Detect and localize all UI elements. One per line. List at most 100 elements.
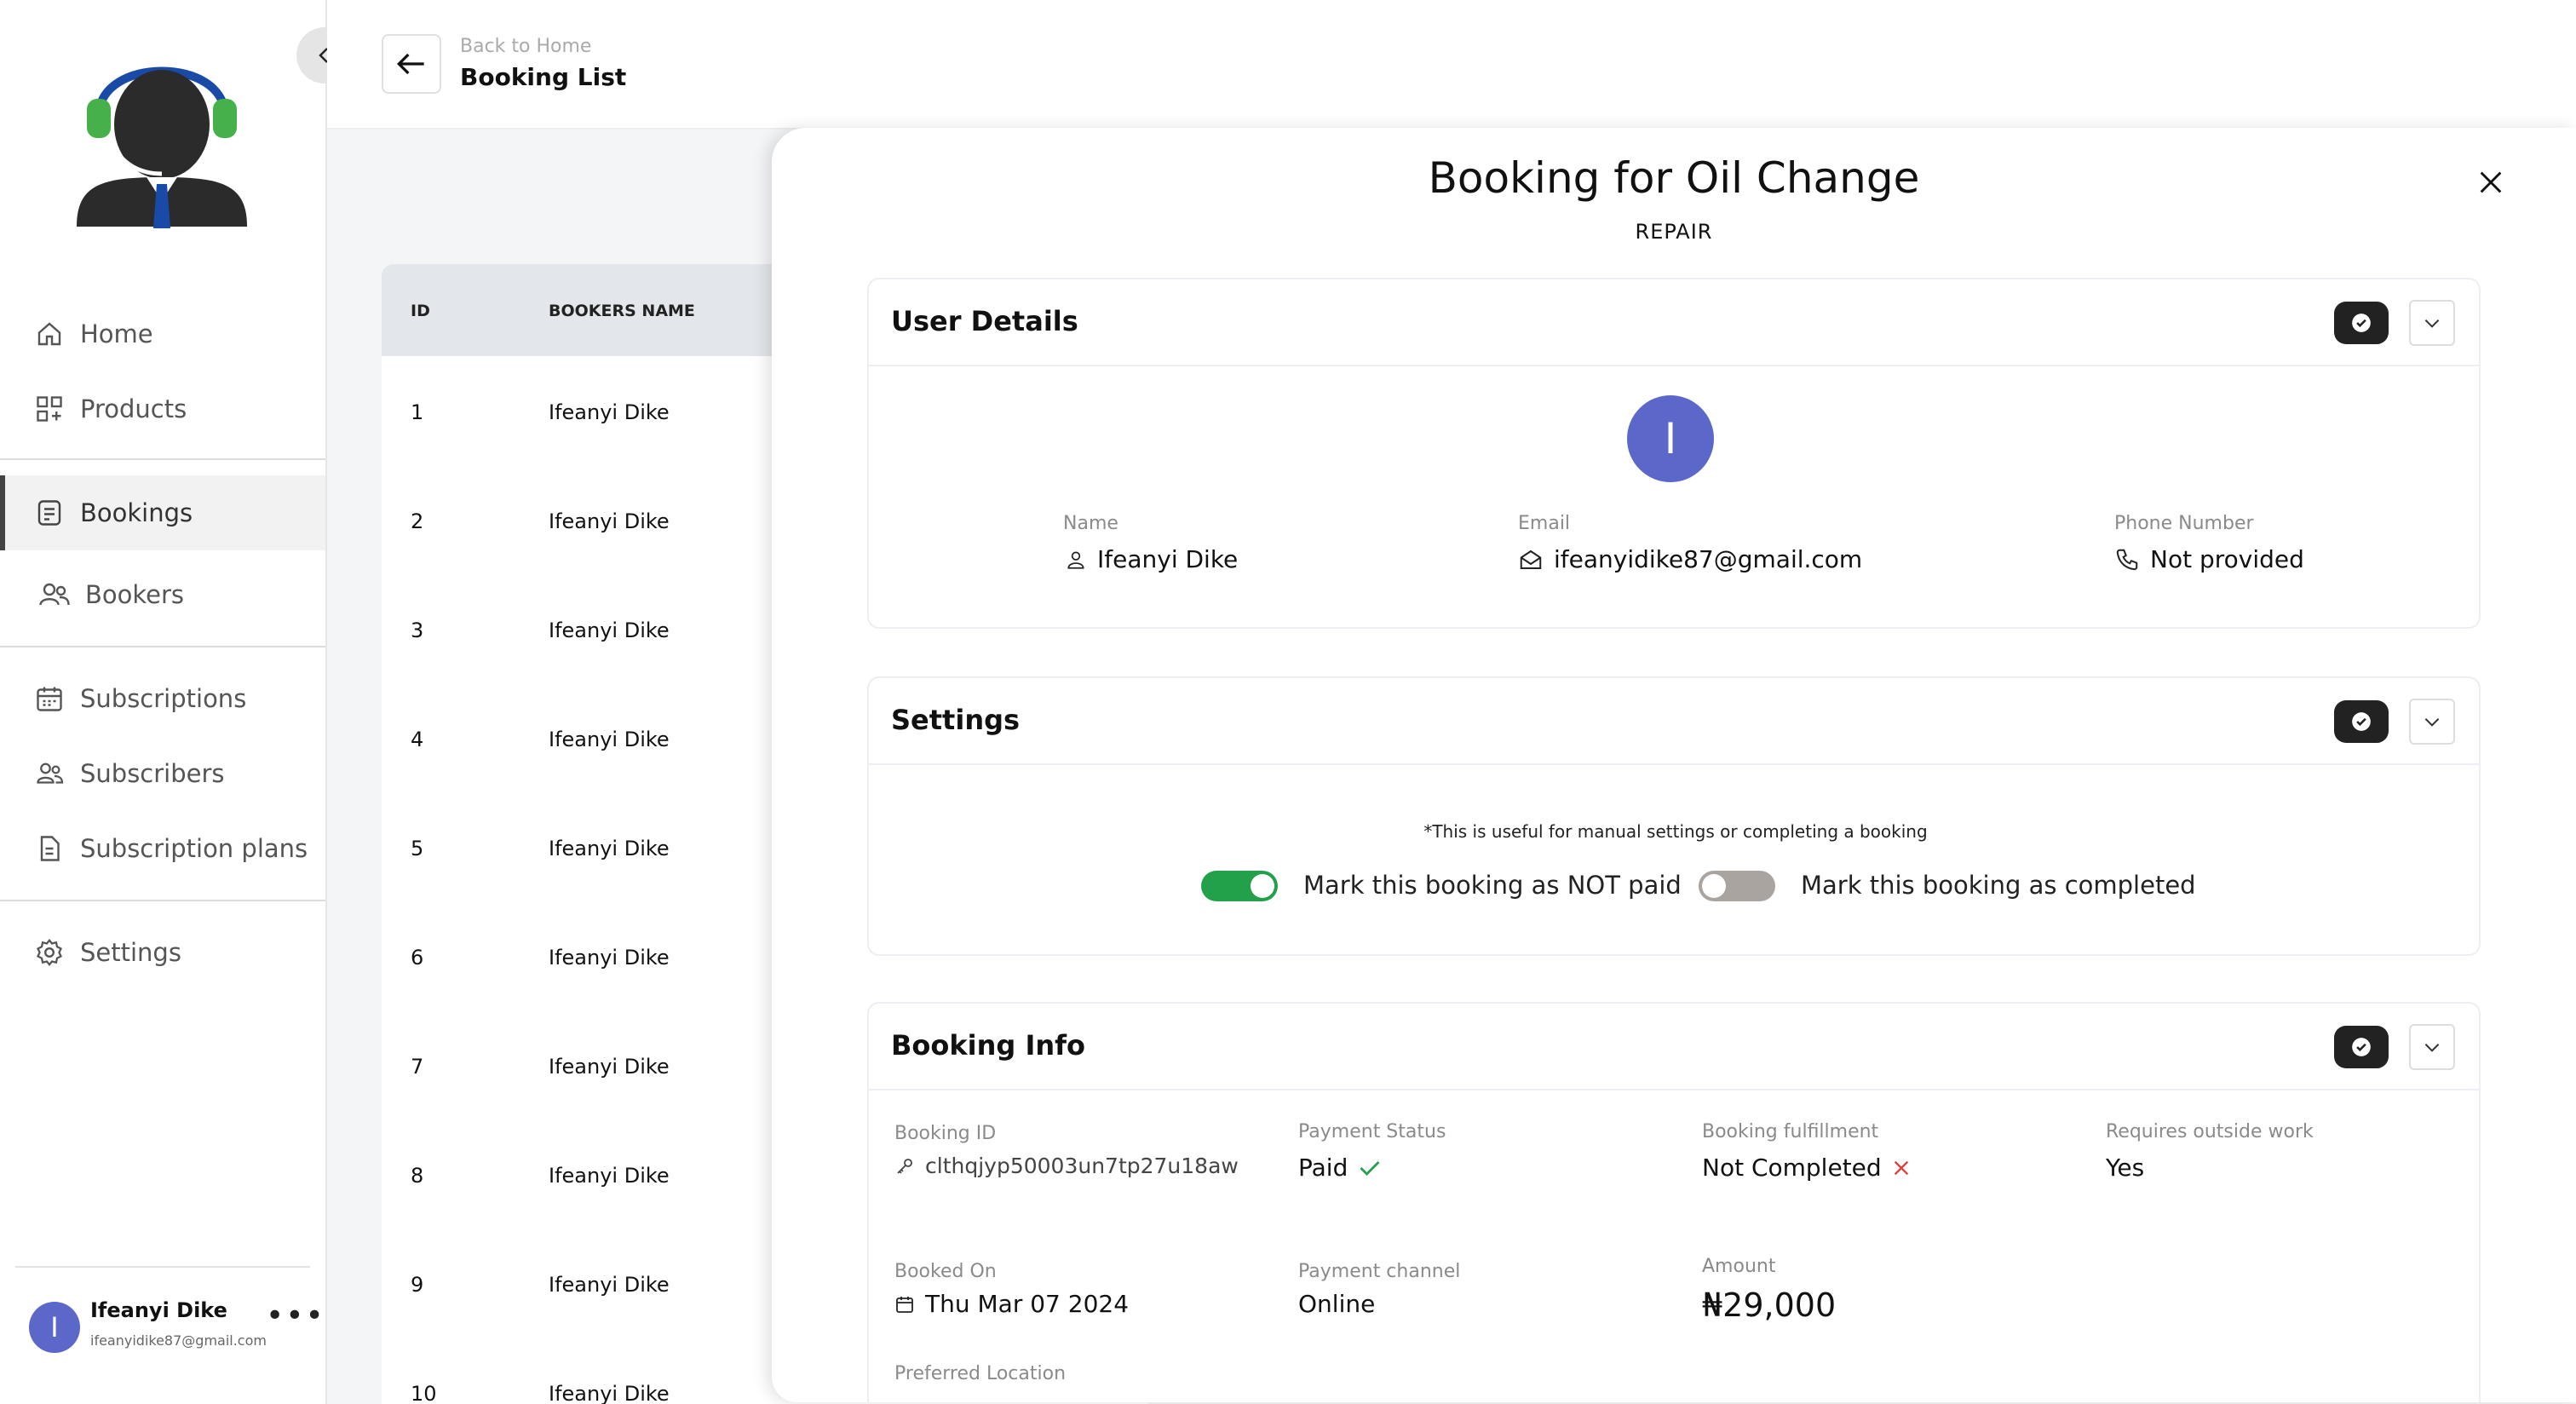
card-header[interactable]: Booking Info: [869, 1004, 2479, 1090]
cell-id: 2: [411, 509, 424, 533]
user-details-card: User Details I Name Ifeanyi Dike Email i…: [867, 278, 2481, 629]
settings-note: *This is useful for manual settings or c…: [1423, 821, 1928, 842]
sidebar-item-label: Bookings: [80, 498, 193, 527]
name-text: Ifeanyi Dike: [1097, 545, 1239, 573]
toggle-completed[interactable]: [1699, 871, 1775, 901]
cell-id: 9: [411, 1273, 424, 1297]
cell-id: 8: [411, 1164, 424, 1188]
sidebar-item-settings[interactable]: Settings: [0, 915, 325, 990]
card-title: Booking Info: [891, 1029, 1086, 1062]
fulfillment-value: Not Completed: [1702, 1154, 1911, 1182]
check-circle-icon[interactable]: [2334, 700, 2389, 743]
booking-detail-modal: Booking for Oil Change REPAIR User Detai…: [772, 128, 2576, 1402]
cell-id: 4: [411, 728, 424, 751]
check-circle-icon[interactable]: [2334, 1026, 2389, 1068]
user-group-icon: [32, 757, 66, 791]
sidebar-item-label: Products: [80, 394, 187, 423]
amount-value: ₦29,000: [1702, 1286, 1837, 1324]
toggle-not-paid[interactable]: [1201, 871, 1278, 901]
top-header: Back to Home Booking List: [327, 0, 2576, 129]
more-options-icon[interactable]: •••: [266, 1298, 325, 1333]
sidebar-item-subscribers[interactable]: Subscribers: [0, 736, 325, 811]
cell-name: Ifeanyi Dike: [549, 509, 670, 533]
payment-status-value: Paid: [1298, 1154, 1383, 1182]
calendar-icon: [894, 1294, 915, 1315]
booked-on-label: Booked On: [894, 1261, 997, 1282]
sidebar-item-label: Home: [80, 319, 153, 348]
sidebar-item-label: Bookers: [85, 580, 185, 609]
sidebar-item-label: Settings: [80, 938, 181, 967]
sidebar-item-subscriptions[interactable]: Subscriptions: [0, 661, 325, 736]
sidebar-item-label: Subscription plans: [80, 834, 308, 863]
check-circle-icon[interactable]: [2334, 302, 2389, 344]
sidebar-item-home[interactable]: Home: [0, 296, 325, 371]
channel-label: Payment channel: [1298, 1261, 1461, 1282]
sidebar-item-bookings[interactable]: Bookings: [0, 475, 325, 550]
sidebar-divider: [0, 900, 325, 901]
back-button[interactable]: [382, 34, 441, 94]
payment-status-text: Paid: [1298, 1154, 1348, 1182]
booked-on-value: Thu Mar 07 2024: [894, 1290, 1129, 1318]
document-list-icon: [32, 496, 66, 530]
toggle-completed-label: Mark this booking as completed: [1801, 871, 2196, 900]
envelope-open-icon: [1518, 547, 1544, 573]
expand-toggle-button[interactable]: [2409, 300, 2455, 346]
name-label: Name: [1063, 513, 1118, 534]
close-icon: [2480, 171, 2502, 193]
support-agent-logo: [68, 31, 256, 235]
expand-toggle-button[interactable]: [2409, 1024, 2455, 1070]
cell-name: Ifeanyi Dike: [549, 400, 670, 424]
cell-name: Ifeanyi Dike: [549, 837, 670, 860]
close-modal-button[interactable]: [2467, 158, 2515, 206]
phone-value: Not provided: [2114, 545, 2304, 573]
channel-value: Online: [1298, 1290, 1376, 1318]
user-email: ifeanyidike87@gmail.com: [90, 1332, 267, 1349]
payment-status-label: Payment Status: [1298, 1121, 1446, 1142]
grid-plus-icon: [32, 392, 66, 426]
email-text: ifeanyidike87@gmail.com: [1554, 545, 1863, 573]
preferred-location-label: Preferred Location: [894, 1363, 1067, 1384]
cell-id: 10: [411, 1382, 437, 1404]
expand-toggle-button[interactable]: [2409, 699, 2455, 745]
modal-title: Booking for Oil Change: [1428, 153, 1920, 203]
name-value: Ifeanyi Dike: [1065, 545, 1238, 573]
sidebar-divider: [0, 458, 325, 460]
sidebar-item-products[interactable]: Products: [0, 371, 325, 446]
phone-text: Not provided: [2150, 545, 2304, 573]
fulfillment-text: Not Completed: [1702, 1154, 1882, 1182]
cell-id: 7: [411, 1055, 424, 1079]
outside-work-label: Requires outside work: [2106, 1121, 2314, 1142]
user-profile[interactable]: I Ifeanyi Dike ifeanyidike87@gmail.com •…: [15, 1266, 324, 1402]
sidebar: Home Products Bookings Bookers Subscript…: [0, 0, 353, 1404]
cell-name: Ifeanyi Dike: [549, 946, 670, 970]
cell-name: Ifeanyi Dike: [549, 1273, 670, 1297]
cell-name: Ifeanyi Dike: [549, 1164, 670, 1188]
toggle-not-paid-label: Mark this booking as NOT paid: [1303, 871, 1682, 900]
cell-name: Ifeanyi Dike: [549, 1055, 670, 1079]
user-avatar: I: [1627, 395, 1714, 482]
arrow-left-icon: [396, 53, 424, 75]
column-header-bookers-name[interactable]: BOOKERS NAME: [549, 302, 695, 320]
sidebar-item-subscription-plans[interactable]: Subscription plans: [0, 811, 325, 886]
checkmark-icon: [1356, 1156, 1383, 1180]
calendar-icon: [32, 682, 66, 716]
booking-info-card: Booking Info Booking ID clthqjyp50003un7…: [867, 1002, 2481, 1402]
cell-name: Ifeanyi Dike: [549, 1382, 670, 1404]
card-header[interactable]: User Details: [869, 279, 2479, 366]
column-header-id[interactable]: ID: [411, 302, 430, 320]
booking-id-text: clthqjyp50003un7tp27u18aw: [925, 1154, 1239, 1178]
back-to-home-link[interactable]: Back to Home: [460, 36, 591, 57]
file-icon: [32, 831, 66, 866]
cell-id: 6: [411, 946, 424, 970]
sidebar-item-bookers[interactable]: Bookers: [0, 557, 325, 632]
user-icon: [1065, 547, 1087, 573]
users-icon: [37, 578, 72, 612]
booking-id-label: Booking ID: [894, 1123, 997, 1144]
avatar: I: [29, 1302, 80, 1353]
card-header[interactable]: Settings: [869, 678, 2479, 765]
modal-subtitle: REPAIR: [1635, 220, 1713, 244]
cell-name: Ifeanyi Dike: [549, 619, 670, 642]
cell-id: 5: [411, 837, 424, 860]
cell-id: 3: [411, 619, 424, 642]
cell-id: 1: [411, 400, 424, 424]
